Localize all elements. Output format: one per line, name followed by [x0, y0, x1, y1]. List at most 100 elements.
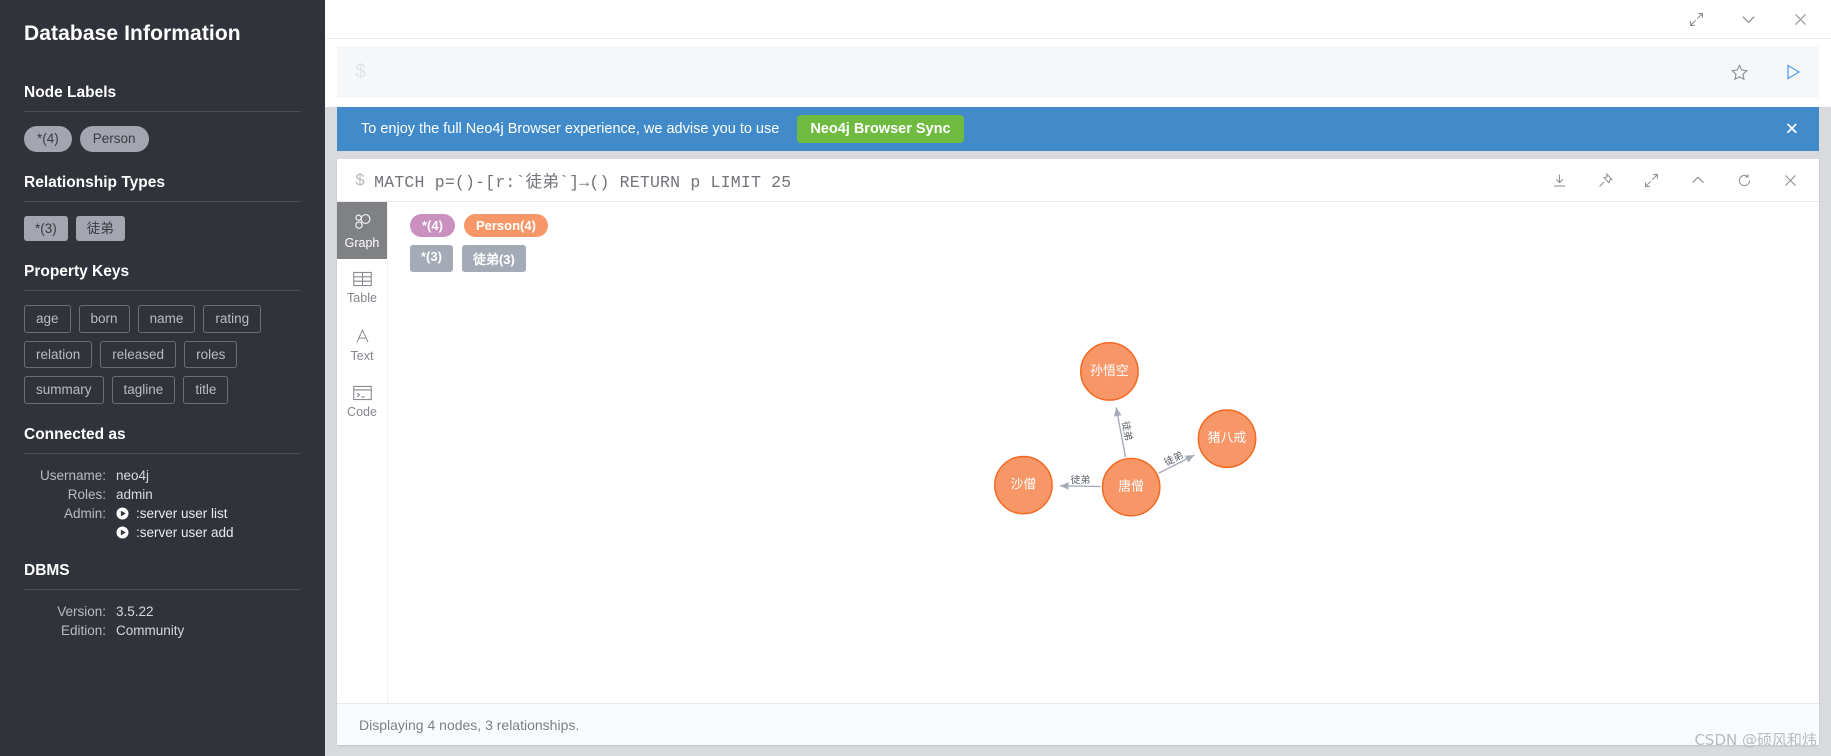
- property-keys-chips: age born name rating relation released r…: [24, 305, 282, 404]
- result-frame-body: Graph Table Text Code *(4) Person(4) *(3…: [337, 202, 1819, 703]
- tab-code[interactable]: Code: [337, 373, 387, 430]
- edition-label: Edition:: [60, 622, 106, 638]
- edition-value: Community: [116, 622, 185, 638]
- collapse-up-icon[interactable]: [1689, 171, 1707, 189]
- executed-query: $ MATCH p=()-[r:`徒弟`]→() RETURN p LIMIT …: [337, 168, 1537, 193]
- graph-node[interactable]: 唐僧: [1101, 457, 1161, 517]
- tab-table[interactable]: Table: [337, 259, 387, 316]
- property-key-chip[interactable]: summary: [24, 376, 104, 404]
- play-icon: [116, 526, 129, 539]
- property-keys-section: Property Keys age born name rating relat…: [24, 263, 301, 404]
- star-icon[interactable]: [1730, 63, 1749, 82]
- relationship-type-chip[interactable]: 徒弟: [75, 215, 125, 242]
- admin-command-label: :server user add: [136, 524, 234, 540]
- pin-icon[interactable]: [1597, 172, 1614, 189]
- property-key-chip[interactable]: title: [183, 376, 229, 404]
- query-text: MATCH p=()-[r:`徒弟`]→() RETURN p LIMIT 25: [374, 173, 792, 192]
- roles-row: Roles: admin: [24, 487, 301, 502]
- graph-canvas[interactable]: 徒弟徒弟徒弟孙悟空猪八戒沙僧 唐僧: [388, 202, 1819, 703]
- roles-label: Roles:: [67, 486, 106, 502]
- database-information-sidebar: Database Information Node Labels *(4) Pe…: [0, 0, 325, 756]
- username-label: Username:: [39, 467, 106, 483]
- property-key-chip[interactable]: rating: [203, 305, 262, 333]
- property-key-chip[interactable]: relation: [24, 340, 93, 369]
- editor-container: $: [325, 39, 1831, 107]
- property-key-chip[interactable]: roles: [184, 340, 238, 369]
- connected-as-section: Connected as Username: neo4j Roles: admi…: [24, 426, 301, 540]
- browser-sync-button[interactable]: Neo4j Browser Sync: [797, 115, 964, 143]
- relationship-types-heading: Relationship Types: [24, 173, 165, 191]
- admin-command-item[interactable]: :server user list: [116, 506, 234, 521]
- relationship-label: 徒弟: [1162, 448, 1186, 469]
- banner-close-icon[interactable]: ✕: [1785, 121, 1799, 138]
- window-toolbar: [325, 0, 1831, 39]
- neo4j-browser-window: Database Information Node Labels *(4) Pe…: [0, 0, 1831, 756]
- tab-text[interactable]: Text: [337, 316, 387, 373]
- download-icon[interactable]: [1551, 172, 1568, 189]
- expand-icon[interactable]: [1688, 11, 1705, 28]
- node-labels-section: Node Labels *(4) Person: [24, 84, 301, 152]
- property-key-chip[interactable]: tagline: [111, 376, 176, 404]
- expand-icon[interactable]: [1643, 172, 1660, 189]
- username-row: Username: neo4j: [24, 468, 301, 483]
- graph-node[interactable]: 孙悟空: [1080, 342, 1139, 401]
- property-key-chip[interactable]: born: [78, 305, 130, 333]
- graph-visualization[interactable]: *(4) Person(4) *(3) 徒弟(3) 徒弟 徒弟 徒弟 孙悟空 猪八戒 沙僧…: [388, 202, 1819, 703]
- result-status-text: Displaying 4 nodes, 3 relationships.: [359, 716, 580, 733]
- play-icon: [116, 507, 129, 520]
- node-label-chip[interactable]: Person: [79, 126, 149, 152]
- play-icon[interactable]: [1783, 62, 1803, 82]
- admin-command-item[interactable]: :server user add: [116, 525, 234, 540]
- divider: [24, 588, 301, 590]
- banner-message: To enjoy the full Neo4j Browser experien…: [361, 121, 780, 137]
- divider: [24, 200, 301, 202]
- sidebar-title: Database Information: [24, 22, 241, 45]
- property-key-chip[interactable]: name: [137, 305, 196, 333]
- node-labels-chips: *(4) Person: [24, 126, 301, 152]
- relationship-type-chip[interactable]: *(3): [24, 215, 68, 242]
- browser-sync-banner: To enjoy the full Neo4j Browser experien…: [337, 107, 1819, 151]
- chevron-down-icon[interactable]: [1739, 10, 1758, 29]
- tab-graph[interactable]: Graph: [337, 202, 387, 259]
- graph-relationship[interactable]: 徒弟: [1158, 447, 1195, 474]
- table-icon: [352, 271, 372, 287]
- graph-node[interactable]: 猪八戒: [1197, 409, 1257, 469]
- admin-commands: :server user list :server user add: [116, 506, 234, 540]
- editor-actions: [1730, 62, 1803, 82]
- dbms-heading: DBMS: [24, 561, 70, 579]
- admin-row: Admin: :server user list :server user ad…: [24, 506, 301, 540]
- relationship-types-section: Relationship Types *(3) 徒弟: [24, 174, 301, 242]
- property-key-chip[interactable]: released: [100, 340, 177, 369]
- result-status-bar: Displaying 4 nodes, 3 relationships.: [337, 703, 1819, 745]
- property-key-chip[interactable]: age: [24, 305, 71, 333]
- graph-relationship[interactable]: 徒弟: [1059, 472, 1101, 490]
- refresh-icon[interactable]: [1736, 172, 1753, 189]
- view-tabs: Graph Table Text Code: [337, 202, 388, 703]
- prompt-symbol: $: [355, 170, 366, 190]
- edition-row: Edition: Community: [24, 623, 301, 638]
- relationship-label: 徒弟: [1070, 473, 1090, 486]
- close-icon[interactable]: [1782, 172, 1799, 189]
- text-icon: [356, 328, 368, 342]
- frame-actions: [1537, 171, 1819, 189]
- tab-table-label: Table: [347, 291, 377, 305]
- result-frame: $ MATCH p=()-[r:`徒弟`]→() RETURN p LIMIT …: [337, 159, 1819, 745]
- result-frame-header: $ MATCH p=()-[r:`徒弟`]→() RETURN p LIMIT …: [337, 159, 1819, 202]
- graph-relationship[interactable]: 徒弟: [1113, 407, 1137, 458]
- cypher-editor[interactable]: $: [337, 46, 1819, 98]
- graph-node[interactable]: 沙僧: [994, 455, 1053, 515]
- dbms-section: DBMS Version: 3.5.22 Edition: Community: [24, 562, 301, 638]
- version-label: Version:: [57, 603, 106, 619]
- admin-command-label: :server user list: [136, 505, 228, 521]
- divider: [24, 290, 301, 292]
- tab-code-label: Code: [347, 405, 377, 419]
- connected-as-heading: Connected as: [24, 425, 126, 443]
- divider: [24, 111, 301, 112]
- version-value: 3.5.22: [116, 603, 154, 619]
- username-value: neo4j: [116, 467, 150, 483]
- node-label-chip[interactable]: *(4): [24, 126, 72, 152]
- tab-text-label: Text: [350, 348, 374, 363]
- prompt-symbol: $: [355, 61, 367, 83]
- close-icon[interactable]: [1792, 11, 1809, 28]
- relationship-types-chips: *(3) 徒弟: [24, 215, 301, 242]
